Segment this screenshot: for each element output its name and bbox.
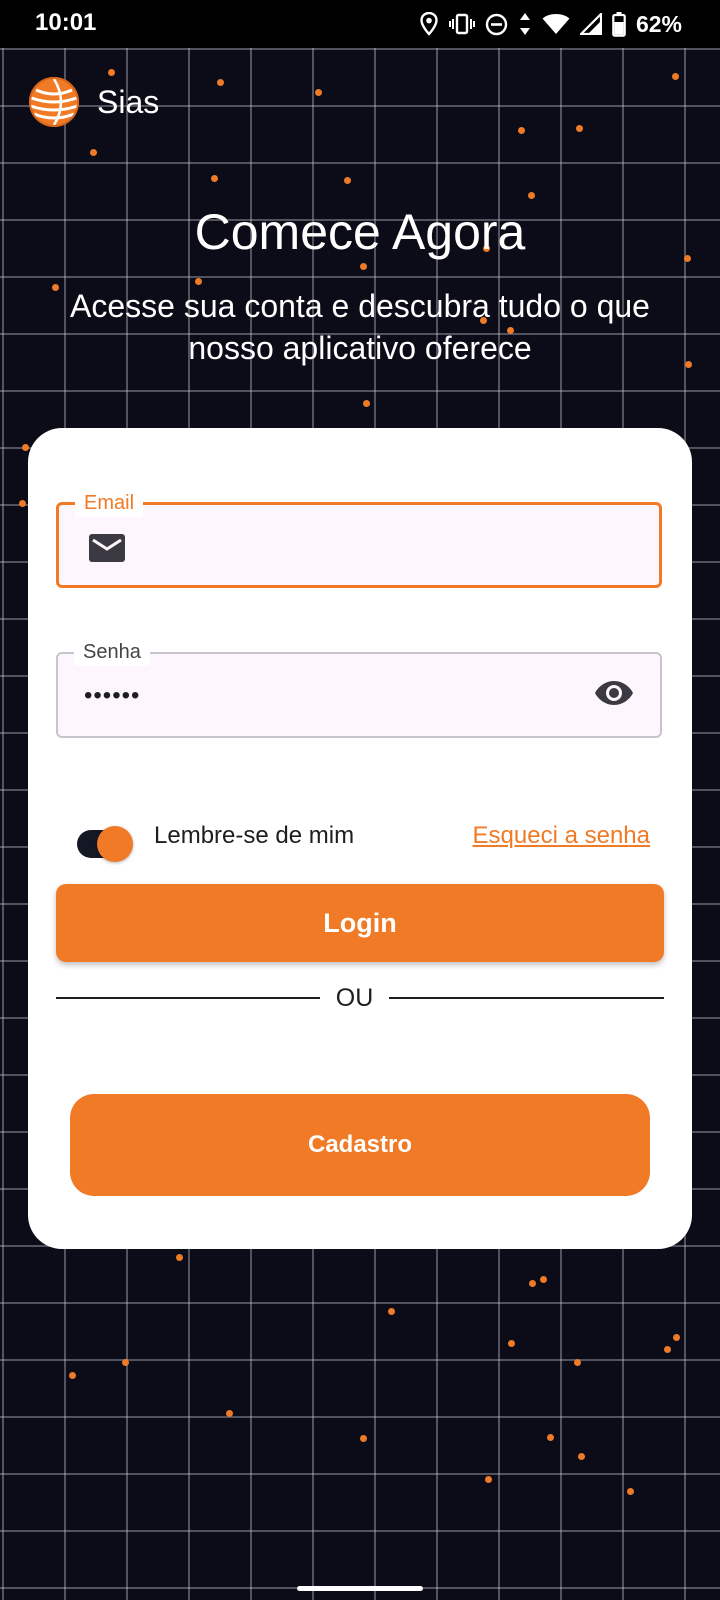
divider-label: OU [335, 984, 374, 1012]
particle-dot [360, 1435, 367, 1442]
particle-dot [211, 175, 218, 182]
particle-dot [176, 1254, 183, 1261]
particle-dot [388, 1308, 395, 1315]
password-field[interactable]: Senha •••••• [56, 638, 662, 738]
email-input[interactable] [141, 525, 585, 567]
login-card: Email Senha •••••• Lembre-se de mim Esqu… [28, 428, 692, 1249]
particle-dot [627, 1488, 634, 1495]
status-time: 10:01 [35, 9, 97, 36]
data-arrows-icon [519, 13, 530, 35]
particle-dot [672, 73, 679, 80]
signup-button[interactable]: Cadastro [70, 1094, 650, 1196]
email-label: Email [75, 489, 144, 517]
particle-dot [508, 1340, 515, 1347]
orange-globe-logo [29, 77, 79, 127]
location-icon [420, 12, 438, 36]
particle-dot [108, 69, 115, 76]
email-field[interactable]: Email [56, 489, 662, 588]
particle-dot [518, 127, 525, 134]
particle-dot [217, 79, 224, 86]
app-name: Sias [97, 83, 160, 120]
battery-percentage: 62% [635, 10, 682, 37]
mail-icon [89, 534, 125, 562]
particle-dot [69, 1372, 76, 1379]
particle-dot [195, 278, 202, 285]
page-title: Comece Agora [194, 204, 526, 260]
particle-dot [363, 400, 370, 407]
divider-line-right [389, 997, 664, 999]
particle-dot [360, 263, 367, 270]
signal-icon [579, 13, 602, 35]
eye-icon[interactable] [594, 679, 634, 707]
particle-dot [578, 1453, 585, 1460]
particle-dot [540, 1276, 547, 1283]
particle-dot [22, 444, 29, 451]
particle-dot [547, 1434, 554, 1441]
particle-dot [528, 192, 535, 199]
particle-dot [226, 1410, 233, 1417]
wifi-icon [542, 14, 570, 34]
battery-icon [612, 11, 626, 37]
particle-dot [344, 177, 351, 184]
toggle-knob [97, 826, 133, 862]
particle-dot [673, 1334, 680, 1341]
particle-dot [122, 1359, 129, 1366]
status-icons: 62% [419, 10, 682, 38]
remember-label: Lembre-se de mim [154, 822, 355, 849]
app-brand: Sias [28, 76, 159, 128]
vibrate-icon [448, 13, 475, 35]
forgot-password-link[interactable]: Esqueci a senha [473, 814, 650, 858]
divider-line-left [56, 997, 320, 999]
remember-toggle[interactable] [77, 826, 133, 862]
particle-dot [529, 1280, 536, 1287]
particle-dot [315, 89, 322, 96]
gesture-nav-handle[interactable] [297, 1586, 423, 1591]
login-button[interactable]: Login [56, 884, 664, 962]
password-label: Senha [74, 638, 150, 666]
particle-dot [664, 1346, 671, 1353]
status-bar: 10:01 62% [0, 0, 720, 48]
particle-dot [485, 1476, 492, 1483]
particle-dot [19, 500, 26, 507]
particle-dot [90, 149, 97, 156]
particle-dot [576, 125, 583, 132]
dnd-icon [485, 13, 508, 35]
page-subtitle: Acesse sua conta e descubra tudo o que n… [70, 288, 650, 366]
password-input[interactable]: •••••• [84, 682, 140, 710]
particle-dot [574, 1359, 581, 1366]
